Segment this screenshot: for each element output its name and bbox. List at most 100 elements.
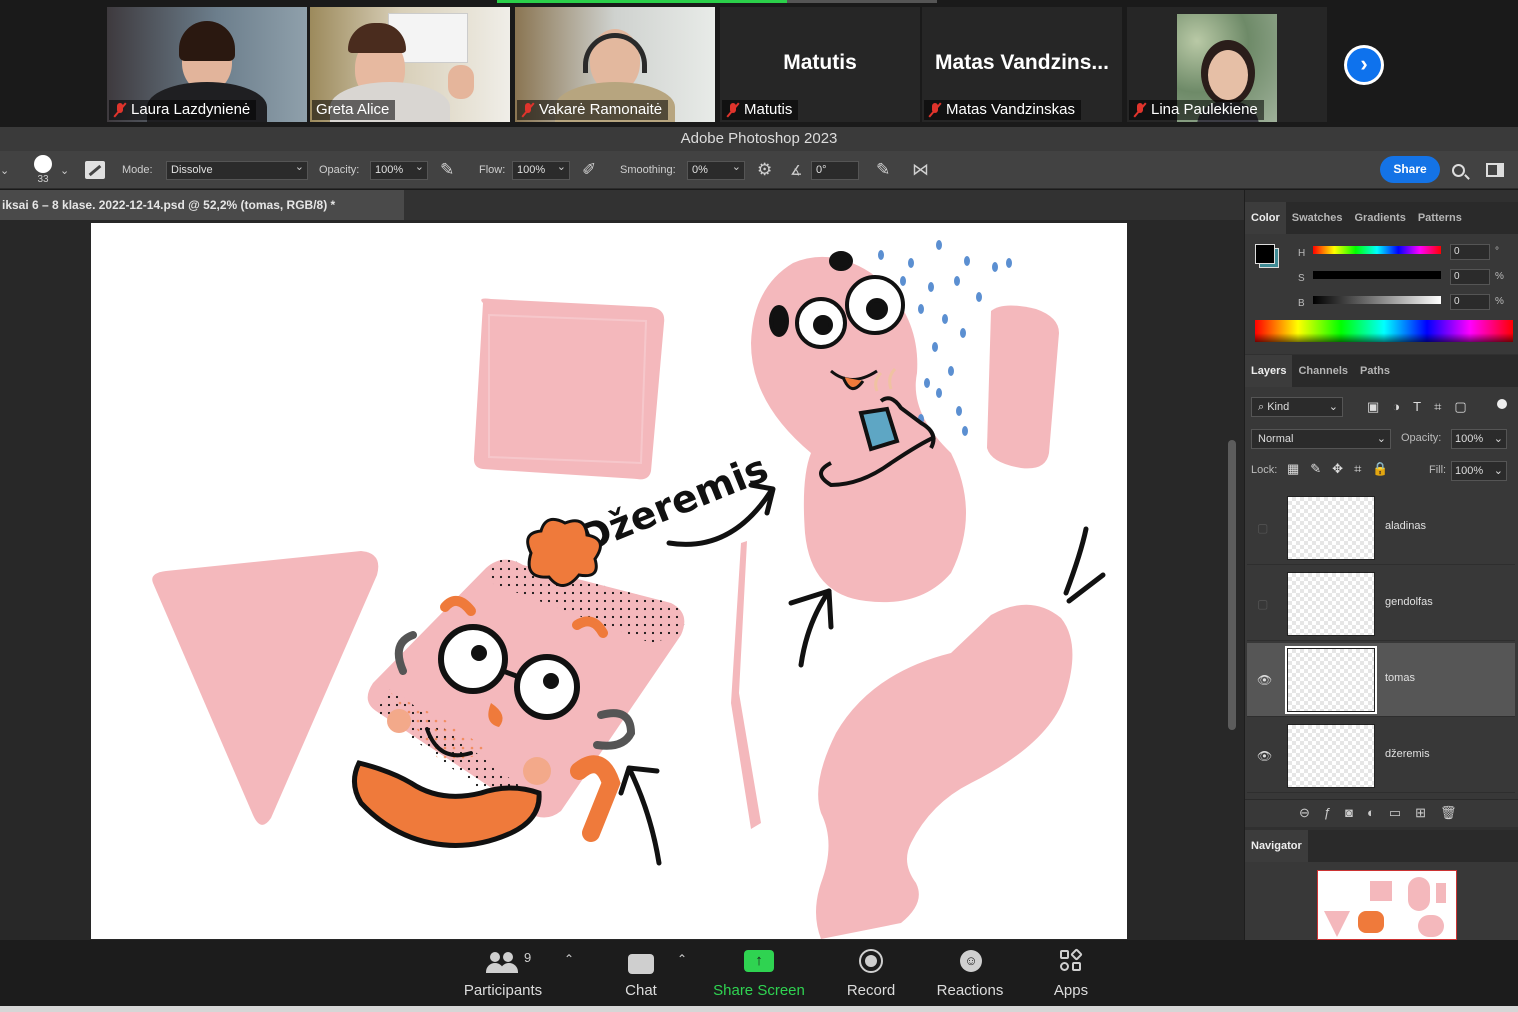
hue-unit: ° — [1495, 246, 1499, 257]
blend-mode-select[interactable]: Normal ⌄ — [1251, 429, 1391, 449]
pressure-opacity-icon[interactable]: ✎ — [440, 151, 454, 189]
pressure-size-icon[interactable]: ✎ — [876, 151, 890, 189]
participant-tile-vakare[interactable]: Vakarė Ramonaitė — [515, 7, 715, 122]
workspace-icon[interactable] — [1486, 151, 1504, 189]
layer-row[interactable]: 👁 tomas — [1247, 643, 1515, 717]
apps-button[interactable]: Apps — [1040, 946, 1102, 1002]
fill-label: Fill: — [1429, 464, 1447, 476]
airbrush-icon[interactable]: ✐ — [582, 151, 596, 189]
document-tab[interactable]: iksai 6 – 8 klase. 2022-12-14.psd @ 52,2… — [0, 190, 404, 220]
tab-paths[interactable]: Paths — [1354, 355, 1396, 387]
layer-row[interactable]: ▢ aladinas — [1247, 491, 1515, 565]
tab-swatches[interactable]: Swatches — [1286, 202, 1349, 234]
navigator-preview[interactable] — [1317, 870, 1457, 940]
participants-button[interactable]: 9 Participants — [452, 946, 554, 1002]
zoom-meeting-toolbar: 9 Participants ⌃ Chat ⌃ ↑ Share Screen R… — [0, 940, 1518, 1006]
reactions-button[interactable]: ☺ Reactions — [928, 946, 1012, 1002]
participant-bigname: Matas Vandzins... — [935, 51, 1109, 74]
share-button[interactable]: Share — [1380, 156, 1440, 183]
brush-preset-picker[interactable]: 33 — [30, 151, 56, 189]
symmetry-icon[interactable]: ⋈ — [912, 151, 929, 189]
saturation-slider[interactable] — [1313, 271, 1441, 279]
flow-field[interactable]: 100% — [512, 151, 570, 189]
layer-actions-bar[interactable]: ⊖ƒ◙◐▭⊞🗑 — [1245, 799, 1518, 827]
layer-row[interactable]: ▢ gendolfas — [1247, 567, 1515, 641]
lock-icons[interactable]: ▦✎✥⌗🔒 — [1287, 461, 1400, 477]
gear-icon[interactable]: ⚙ — [757, 151, 772, 189]
participant-tile-matas[interactable]: Matas Vandzins... Matas Vandzinskas — [922, 7, 1122, 122]
lock-label: Lock: — [1251, 464, 1278, 476]
mic-muted-icon — [1133, 102, 1147, 118]
navigator-panel — [1245, 862, 1518, 940]
participant-tile-greta[interactable]: Greta Alice — [310, 7, 510, 122]
brightness-field[interactable]: 0 — [1450, 294, 1490, 310]
tool-preset-chevron-icon[interactable]: ⌄ — [0, 151, 9, 189]
chevron-up-icon[interactable]: ⌃ — [677, 952, 687, 966]
eye-icon[interactable]: 👁 — [1257, 673, 1273, 687]
layers-panel-tabs: Layers Channels Paths — [1245, 355, 1518, 387]
hue-slider[interactable] — [1313, 246, 1441, 254]
flow-label: Flow: — [479, 164, 506, 176]
layer-filter-select[interactable]: ⌕ Kind ⌄ — [1251, 397, 1343, 417]
angle-icon: ∡ — [790, 161, 803, 178]
tab-patterns[interactable]: Patterns — [1412, 202, 1468, 234]
bottom-edge — [0, 1006, 1518, 1012]
color-panel: H 0 ° S 0 % B 0 % — [1245, 234, 1518, 354]
opacity-label: Opacity: — [319, 164, 360, 176]
color-spectrum[interactable] — [1255, 320, 1513, 342]
brush-picker-chevron-icon[interactable]: ⌄ — [60, 151, 69, 189]
share-screen-button[interactable]: ↑ Share Screen — [708, 946, 810, 1002]
tab-color[interactable]: Color — [1245, 202, 1286, 234]
tab-gradients[interactable]: Gradients — [1348, 202, 1411, 234]
saturation-label: S — [1298, 273, 1305, 284]
chevron-up-icon[interactable]: ⌃ — [564, 952, 574, 966]
layers-panel: ⌕ Kind ⌄ ▣◑T⌗▢ Normal ⌄ Opacity: 100% ⌄ Loc… — [1245, 387, 1518, 827]
layer-thumbnail — [1287, 496, 1375, 560]
mic-muted-icon — [928, 102, 942, 118]
tool-options-bar: ⌄ 33 ⌄ Mode: Dissolve Opacity: 100% ✎ Fl… — [0, 151, 1518, 189]
layer-filter-icons[interactable]: ▣◑T⌗▢ — [1367, 399, 1480, 415]
pink-worm-shape — [816, 604, 1073, 939]
chevron-right-icon[interactable]: › — [1344, 45, 1384, 85]
tab-navigator[interactable]: Navigator — [1245, 830, 1308, 862]
smoothing-field[interactable]: 0% — [687, 151, 745, 189]
mic-muted-icon — [726, 102, 740, 118]
record-button[interactable]: Record — [838, 946, 904, 1002]
participant-tile-matutis[interactable]: Matutis Matutis — [720, 7, 920, 122]
saturation-field[interactable]: 0 — [1450, 269, 1490, 285]
eye-icon[interactable]: 👁 — [1257, 749, 1273, 763]
workspace-scrollbar[interactable] — [1228, 440, 1236, 730]
search-icon[interactable] — [1452, 151, 1470, 189]
opacity-field[interactable]: 100% — [370, 151, 428, 189]
foreground-color-swatch[interactable] — [1255, 244, 1275, 264]
reactions-icon: ☺ — [960, 950, 982, 972]
tab-layers[interactable]: Layers — [1245, 355, 1293, 387]
angle-field[interactable]: 0° — [811, 151, 859, 189]
reactions-label: Reactions — [936, 982, 1004, 999]
right-panels: Color Swatches Gradients Patterns H 0 ° … — [1244, 190, 1518, 940]
brush-settings-icon[interactable] — [85, 151, 105, 189]
chat-button[interactable]: Chat — [608, 946, 674, 1002]
layer-thumbnail — [1287, 724, 1375, 788]
visibility-toggle[interactable]: ▢ — [1257, 521, 1273, 535]
brightness-unit: % — [1495, 296, 1504, 307]
participant-nametag: Matas Vandzinskas — [924, 100, 1081, 120]
filter-toggle-icon[interactable] — [1497, 399, 1507, 409]
participants-label: Participants — [463, 982, 543, 999]
document-canvas[interactable]: Džeremis — [91, 223, 1127, 939]
hue-field[interactable]: 0 — [1450, 244, 1490, 260]
brightness-slider[interactable] — [1313, 296, 1441, 304]
fill-field[interactable]: 100% ⌄ — [1451, 461, 1507, 481]
participant-tile-lina[interactable]: Lina Paulekiene — [1127, 7, 1327, 122]
share-screen-icon: ↑ — [744, 950, 774, 972]
mode-select[interactable]: Dissolve — [166, 151, 308, 189]
participant-tile-laura[interactable]: Laura Lazdynienė — [107, 7, 307, 122]
layer-row[interactable]: 👁 džeremis — [1247, 719, 1515, 793]
brightness-label: B — [1298, 298, 1305, 309]
layer-opacity-field[interactable]: 100% ⌄ — [1451, 429, 1507, 449]
hue-label: H — [1298, 248, 1306, 259]
participant-nametag: Lina Paulekiene — [1129, 100, 1264, 120]
participant-nametag: Vakarė Ramonaitė — [517, 100, 669, 120]
tab-channels[interactable]: Channels — [1292, 355, 1354, 387]
visibility-toggle[interactable]: ▢ — [1257, 597, 1273, 611]
